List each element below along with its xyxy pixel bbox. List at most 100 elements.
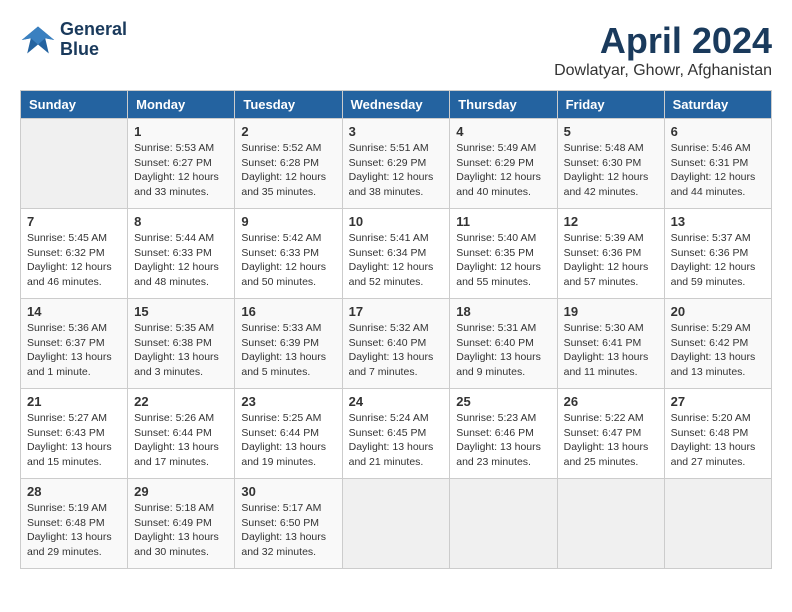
calendar-cell: 2 Sunrise: 5:52 AM Sunset: 6:28 PM Daylig… [235, 119, 342, 209]
column-header-tuesday: Tuesday [235, 91, 342, 119]
day-number: 28 [27, 484, 121, 499]
day-number: 24 [349, 394, 444, 409]
column-header-monday: Monday [128, 91, 235, 119]
day-number: 20 [671, 304, 765, 319]
day-number: 27 [671, 394, 765, 409]
calendar-week-row: 1 Sunrise: 5:53 AM Sunset: 6:27 PM Daylig… [21, 119, 772, 209]
calendar-table: SundayMondayTuesdayWednesdayThursdayFrid… [20, 90, 772, 569]
calendar-cell: 9 Sunrise: 5:42 AM Sunset: 6:33 PM Daylig… [235, 209, 342, 299]
day-info: Sunrise: 5:48 AM Sunset: 6:30 PM Dayligh… [564, 141, 658, 200]
calendar-cell: 30Sunrise: 5:17 AM Sunset: 6:50 PM Dayli… [235, 479, 342, 569]
page-header: General Blue April 2024 Dowlatyar, Ghowr… [20, 20, 772, 80]
day-number: 25 [456, 394, 550, 409]
day-info: Sunrise: 5:51 AM Sunset: 6:29 PM Dayligh… [349, 141, 444, 200]
column-header-sunday: Sunday [21, 91, 128, 119]
calendar-cell: 17 Sunrise: 5:32 AM Sunset: 6:40 PM Dayli… [342, 299, 450, 389]
day-info: Sunrise: 5:17 AM Sunset: 6:50 PM Dayligh… [241, 501, 335, 560]
calendar-week-row: 14 Sunrise: 5:36 AM Sunset: 6:37 PM Dayli… [21, 299, 772, 389]
calendar-cell [21, 119, 128, 209]
calendar-cell: 25 Sunrise: 5:23 AM Sunset: 6:46 PM Dayli… [450, 389, 557, 479]
day-info: Sunrise: 5:33 AM Sunset: 6:39 PM Dayligh… [241, 321, 335, 380]
calendar-cell: 18 Sunrise: 5:31 AM Sunset: 6:40 PM Dayli… [450, 299, 557, 389]
calendar-cell: 28Sunrise: 5:19 AM Sunset: 6:48 PM Dayli… [21, 479, 128, 569]
day-info: Sunrise: 5:32 AM Sunset: 6:40 PM Dayligh… [349, 321, 444, 380]
calendar-cell: 14 Sunrise: 5:36 AM Sunset: 6:37 PM Dayli… [21, 299, 128, 389]
day-number: 10 [349, 214, 444, 229]
day-info: Sunrise: 5:49 AM Sunset: 6:29 PM Dayligh… [456, 141, 550, 200]
calendar-week-row: 28Sunrise: 5:19 AM Sunset: 6:48 PM Dayli… [21, 479, 772, 569]
day-number: 12 [564, 214, 658, 229]
calendar-cell: 22Sunrise: 5:26 AM Sunset: 6:44 PM Dayli… [128, 389, 235, 479]
calendar-cell: 27 Sunrise: 5:20 AM Sunset: 6:48 PM Dayli… [664, 389, 771, 479]
calendar-cell: 21 Sunrise: 5:27 AM Sunset: 6:43 PM Dayli… [21, 389, 128, 479]
day-info: Sunrise: 5:42 AM Sunset: 6:33 PM Dayligh… [241, 231, 335, 290]
calendar-cell: 20 Sunrise: 5:29 AM Sunset: 6:42 PM Dayli… [664, 299, 771, 389]
calendar-cell: 8 Sunrise: 5:44 AM Sunset: 6:33 PM Daylig… [128, 209, 235, 299]
day-info: Sunrise: 5:37 AM Sunset: 6:36 PM Dayligh… [671, 231, 765, 290]
day-number: 23 [241, 394, 335, 409]
calendar-cell: 6 Sunrise: 5:46 AM Sunset: 6:31 PM Daylig… [664, 119, 771, 209]
calendar-cell: 26Sunrise: 5:22 AM Sunset: 6:47 PM Dayli… [557, 389, 664, 479]
day-info: Sunrise: 5:53 AM Sunset: 6:27 PM Dayligh… [134, 141, 228, 200]
column-header-thursday: Thursday [450, 91, 557, 119]
day-info: Sunrise: 5:52 AM Sunset: 6:28 PM Dayligh… [241, 141, 335, 200]
day-number: 7 [27, 214, 121, 229]
day-info: Sunrise: 5:29 AM Sunset: 6:42 PM Dayligh… [671, 321, 765, 380]
day-number: 2 [241, 124, 335, 139]
day-info: Sunrise: 5:18 AM Sunset: 6:49 PM Dayligh… [134, 501, 228, 560]
calendar-cell: 4Sunrise: 5:49 AM Sunset: 6:29 PM Daylig… [450, 119, 557, 209]
day-number: 17 [349, 304, 444, 319]
day-info: Sunrise: 5:36 AM Sunset: 6:37 PM Dayligh… [27, 321, 121, 380]
day-info: Sunrise: 5:26 AM Sunset: 6:44 PM Dayligh… [134, 411, 228, 470]
day-number: 16 [241, 304, 335, 319]
calendar-cell [664, 479, 771, 569]
calendar-cell: 3Sunrise: 5:51 AM Sunset: 6:29 PM Daylig… [342, 119, 450, 209]
calendar-header-row: SundayMondayTuesdayWednesdayThursdayFrid… [21, 91, 772, 119]
logo-icon [20, 22, 56, 58]
calendar-cell: 15 Sunrise: 5:35 AM Sunset: 6:38 PM Dayli… [128, 299, 235, 389]
day-number: 9 [241, 214, 335, 229]
calendar-cell: 7 Sunrise: 5:45 AM Sunset: 6:32 PM Daylig… [21, 209, 128, 299]
day-info: Sunrise: 5:45 AM Sunset: 6:32 PM Dayligh… [27, 231, 121, 290]
calendar-body: 1 Sunrise: 5:53 AM Sunset: 6:27 PM Daylig… [21, 119, 772, 569]
day-info: Sunrise: 5:30 AM Sunset: 6:41 PM Dayligh… [564, 321, 658, 380]
calendar-cell: 24 Sunrise: 5:24 AM Sunset: 6:45 PM Dayli… [342, 389, 450, 479]
day-info: Sunrise: 5:35 AM Sunset: 6:38 PM Dayligh… [134, 321, 228, 380]
day-info: Sunrise: 5:46 AM Sunset: 6:31 PM Dayligh… [671, 141, 765, 200]
day-info: Sunrise: 5:31 AM Sunset: 6:40 PM Dayligh… [456, 321, 550, 380]
day-info: Sunrise: 5:24 AM Sunset: 6:45 PM Dayligh… [349, 411, 444, 470]
calendar-cell: 5 Sunrise: 5:48 AM Sunset: 6:30 PM Daylig… [557, 119, 664, 209]
calendar-subtitle: Dowlatyar, Ghowr, Afghanistan [554, 62, 772, 80]
day-info: Sunrise: 5:44 AM Sunset: 6:33 PM Dayligh… [134, 231, 228, 290]
day-number: 11 [456, 214, 550, 229]
day-number: 1 [134, 124, 228, 139]
day-info: Sunrise: 5:27 AM Sunset: 6:43 PM Dayligh… [27, 411, 121, 470]
logo: General Blue [20, 20, 127, 60]
day-number: 6 [671, 124, 765, 139]
calendar-cell: 23Sunrise: 5:25 AM Sunset: 6:44 PM Dayli… [235, 389, 342, 479]
logo-text: General Blue [60, 20, 127, 60]
calendar-week-row: 7 Sunrise: 5:45 AM Sunset: 6:32 PM Daylig… [21, 209, 772, 299]
calendar-cell [450, 479, 557, 569]
day-number: 18 [456, 304, 550, 319]
day-info: Sunrise: 5:41 AM Sunset: 6:34 PM Dayligh… [349, 231, 444, 290]
day-info: Sunrise: 5:23 AM Sunset: 6:46 PM Dayligh… [456, 411, 550, 470]
calendar-title: April 2024 [554, 20, 772, 62]
calendar-cell: 19Sunrise: 5:30 AM Sunset: 6:41 PM Dayli… [557, 299, 664, 389]
calendar-cell: 12Sunrise: 5:39 AM Sunset: 6:36 PM Dayli… [557, 209, 664, 299]
calendar-cell: 11Sunrise: 5:40 AM Sunset: 6:35 PM Dayli… [450, 209, 557, 299]
calendar-cell [557, 479, 664, 569]
day-number: 21 [27, 394, 121, 409]
day-number: 5 [564, 124, 658, 139]
column-header-friday: Friday [557, 91, 664, 119]
day-number: 14 [27, 304, 121, 319]
calendar-cell: 13Sunrise: 5:37 AM Sunset: 6:36 PM Dayli… [664, 209, 771, 299]
calendar-cell [342, 479, 450, 569]
title-block: April 2024 Dowlatyar, Ghowr, Afghanistan [554, 20, 772, 80]
day-number: 15 [134, 304, 228, 319]
calendar-cell: 10 Sunrise: 5:41 AM Sunset: 6:34 PM Dayli… [342, 209, 450, 299]
column-header-wednesday: Wednesday [342, 91, 450, 119]
day-info: Sunrise: 5:22 AM Sunset: 6:47 PM Dayligh… [564, 411, 658, 470]
day-number: 8 [134, 214, 228, 229]
day-info: Sunrise: 5:20 AM Sunset: 6:48 PM Dayligh… [671, 411, 765, 470]
